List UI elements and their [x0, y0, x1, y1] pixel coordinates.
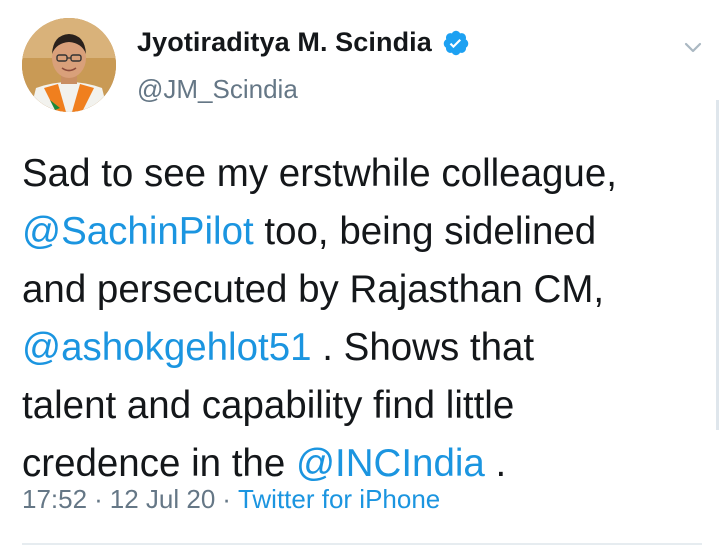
divider [22, 543, 702, 545]
tweet-date[interactable]: 12 Jul 20 [110, 484, 216, 515]
tweet-time[interactable]: 17:52 [22, 484, 87, 515]
scrollbar[interactable] [716, 100, 719, 430]
chevron-down-icon[interactable] [682, 36, 704, 58]
mention-ashokgehlot51-link[interactable]: @ashokgehlot51 [22, 326, 312, 369]
tweet-meta: 17:52 · 12 Jul 20 · Twitter for iPhone [22, 484, 440, 515]
meta-separator: · [94, 484, 103, 514]
verified-badge-icon [442, 29, 470, 57]
mention-sachinpilot-link[interactable]: @SachinPilot [22, 210, 254, 253]
author-display-name[interactable]: Jyotiraditya M. Scindia [137, 27, 432, 58]
mention-incindia-link[interactable]: @INCIndia [296, 442, 485, 485]
meta-separator: · [222, 484, 231, 514]
author-avatar[interactable] [22, 18, 116, 112]
tweet-text-segment: Sad to see my erstwhile colleague, [22, 152, 617, 195]
tweet-text: Sad to see my erstwhile colleague, @Sach… [22, 145, 712, 493]
author-handle[interactable]: @JM_Scindia [137, 74, 298, 105]
author-name-row[interactable]: Jyotiraditya M. Scindia [137, 27, 470, 58]
tweet-source-link[interactable]: Twitter for iPhone [238, 484, 440, 515]
avatar-photo [22, 18, 116, 112]
tweet-card: Jyotiraditya M. Scindia @JM_Scindia Sad … [0, 0, 720, 548]
tweet-text-segment: . [484, 442, 507, 485]
